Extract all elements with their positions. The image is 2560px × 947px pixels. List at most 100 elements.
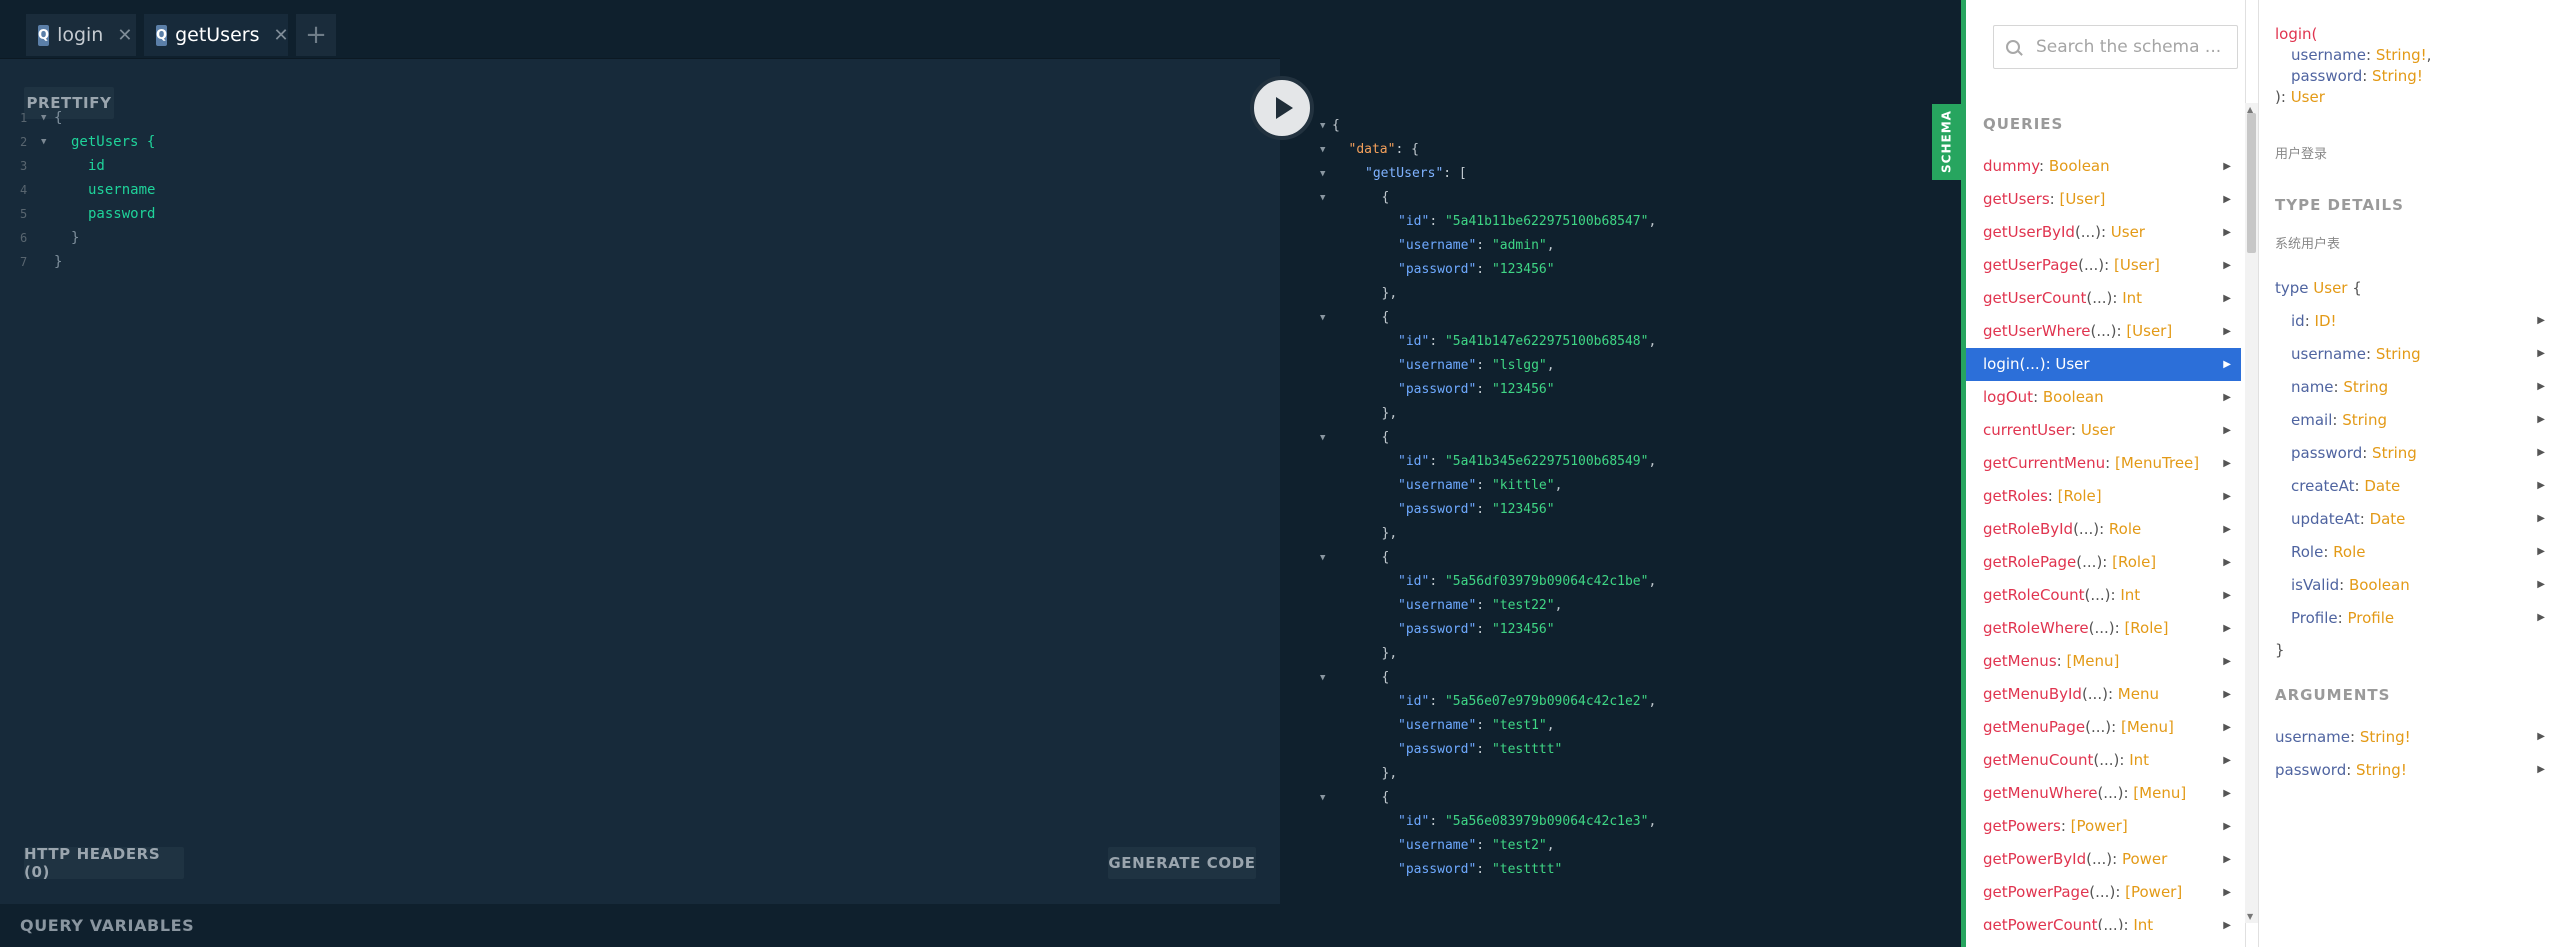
query-item-getcurrentmenu[interactable]: getCurrentMenu: [MenuTree] ▶: [1966, 447, 2241, 480]
query-type[interactable]: User: [2055, 355, 2089, 373]
argument-type[interactable]: String!: [2356, 761, 2407, 779]
query-item-getroles[interactable]: getRoles: [Role] ▶: [1966, 480, 2241, 513]
query-item-getpowercount[interactable]: getPowerCount(...): Int ▶: [1966, 909, 2241, 930]
query-type[interactable]: [Menu]: [2066, 652, 2119, 670]
type-field[interactable]: password: String ▶: [2275, 439, 2545, 467]
query-item-getmenuwhere[interactable]: getMenuWhere(...): [Menu] ▶: [1966, 777, 2241, 810]
field-type[interactable]: String: [2342, 411, 2387, 429]
query-type[interactable]: [User]: [2114, 256, 2160, 274]
query-item-getuserbyid[interactable]: getUserById(...): User ▶: [1966, 216, 2241, 249]
field-type[interactable]: String: [2343, 378, 2388, 396]
fold-icon[interactable]: ▼: [41, 130, 46, 154]
type-field[interactable]: name: String ▶: [2275, 373, 2545, 401]
field-type[interactable]: String: [2376, 345, 2421, 363]
query-item-getpowerpage[interactable]: getPowerPage(...): [Power] ▶: [1966, 876, 2241, 909]
query-item-currentuser[interactable]: currentUser: User ▶: [1966, 414, 2241, 447]
query-editor-pane[interactable]: PRETTIFY HTTP HEADERS (0) GENERATE CODE: [0, 58, 1280, 947]
type-field[interactable]: Role: Role ▶: [2275, 538, 2545, 566]
schema-tab-button[interactable]: SCHEMA: [1932, 104, 1961, 180]
type-field[interactable]: email: String ▶: [2275, 406, 2545, 434]
scroll-down-icon[interactable]: ▼: [2247, 912, 2253, 921]
argument-item[interactable]: username: String! ▶: [2275, 723, 2545, 751]
run-query-button[interactable]: [1250, 76, 1314, 140]
query-item-login[interactable]: login(...): User ▶: [1966, 348, 2241, 381]
query-type[interactable]: [Menu]: [2133, 784, 2186, 802]
query-type[interactable]: Int: [2122, 289, 2142, 307]
query-type[interactable]: Int: [2120, 586, 2140, 604]
fold-icon[interactable]: ▼: [1320, 162, 1325, 186]
query-type[interactable]: User: [2081, 421, 2115, 439]
query-item-getrolewhere[interactable]: getRoleWhere(...): [Role] ▶: [1966, 612, 2241, 645]
query-item-getmenucount[interactable]: getMenuCount(...): Int ▶: [1966, 744, 2241, 777]
query-item-dummy[interactable]: dummy: Boolean ▶: [1966, 150, 2241, 183]
query-type[interactable]: [MenuTree]: [2115, 454, 2199, 472]
schema-search-input[interactable]: Search the schema ...: [1993, 25, 2238, 69]
add-tab-button[interactable]: +: [296, 14, 336, 56]
type-field[interactable]: updateAt: Date ▶: [2275, 505, 2545, 533]
query-type[interactable]: Boolean: [2049, 157, 2110, 175]
type-field[interactable]: Profile: Profile ▶: [2275, 604, 2545, 632]
query-item-getrolebyid[interactable]: getRoleById(...): Role ▶: [1966, 513, 2241, 546]
query-type[interactable]: [User]: [2059, 190, 2105, 208]
query-variables-bar[interactable]: QUERY VARIABLES: [0, 904, 1280, 947]
field-type[interactable]: Date: [2364, 477, 2400, 495]
field-type[interactable]: Boolean: [2349, 576, 2410, 594]
query-item-getuserpage[interactable]: getUserPage(...): [User] ▶: [1966, 249, 2241, 282]
scrollbar[interactable]: [2245, 103, 2258, 923]
field-type[interactable]: Role: [2333, 543, 2365, 561]
query-item-getpowerbyid[interactable]: getPowerById(...): Power ▶: [1966, 843, 2241, 876]
scroll-up-icon[interactable]: ▲: [2247, 105, 2253, 114]
query-item-getrolecount[interactable]: getRoleCount(...): Int ▶: [1966, 579, 2241, 612]
field-type[interactable]: String: [2372, 444, 2417, 462]
fold-icon[interactable]: ▼: [1320, 546, 1325, 570]
query-type[interactable]: [Role]: [2124, 619, 2168, 637]
close-icon[interactable]: ✕: [273, 25, 288, 46]
fold-icon[interactable]: ▼: [1320, 426, 1325, 450]
field-type[interactable]: Profile: [2347, 609, 2394, 627]
query-type[interactable]: User: [2111, 223, 2145, 241]
fold-icon[interactable]: ▼: [1320, 666, 1325, 690]
type-field[interactable]: username: String ▶: [2275, 340, 2545, 368]
fold-icon[interactable]: ▼: [41, 106, 46, 130]
type-name[interactable]: User: [2313, 279, 2347, 297]
query-type[interactable]: [Menu]: [2121, 718, 2174, 736]
query-item-getmenupage[interactable]: getMenuPage(...): [Menu] ▶: [1966, 711, 2241, 744]
tab-login[interactable]: Q login ✕: [26, 14, 136, 56]
query-type[interactable]: Role: [2109, 520, 2141, 538]
query-item-getmenubyid[interactable]: getMenuById(...): Menu ▶: [1966, 678, 2241, 711]
query-type[interactable]: [Role]: [2112, 553, 2156, 571]
type-field[interactable]: createAt: Date ▶: [2275, 472, 2545, 500]
tab-getusers[interactable]: Q getUsers ✕: [144, 14, 289, 56]
param-type[interactable]: String!: [2372, 67, 2423, 85]
fold-icon[interactable]: ▼: [1320, 786, 1325, 810]
query-item-getuserwhere[interactable]: getUserWhere(...): [User] ▶: [1966, 315, 2241, 348]
type-field[interactable]: isValid: Boolean ▶: [2275, 571, 2545, 599]
query-item-getusercount[interactable]: getUserCount(...): Int ▶: [1966, 282, 2241, 315]
query-type[interactable]: Int: [2133, 916, 2153, 930]
fold-icon[interactable]: ▼: [1320, 138, 1325, 162]
query-item-getusers[interactable]: getUsers: [User] ▶: [1966, 183, 2241, 216]
type-field[interactable]: id: ID! ▶: [2275, 307, 2545, 335]
fold-icon[interactable]: ▼: [1320, 306, 1325, 330]
query-item-logout[interactable]: logOut: Boolean ▶: [1966, 381, 2241, 414]
field-type[interactable]: Date: [2370, 510, 2406, 528]
fold-icon[interactable]: ▼: [1320, 186, 1325, 210]
param-type[interactable]: String!: [2376, 46, 2427, 64]
fold-icon[interactable]: ▼: [1320, 114, 1325, 138]
query-type[interactable]: Menu: [2118, 685, 2159, 703]
query-type[interactable]: [Power]: [2125, 883, 2182, 901]
generate-code-button[interactable]: GENERATE CODE: [1108, 847, 1256, 879]
query-item-getpowers[interactable]: getPowers: [Power] ▶: [1966, 810, 2241, 843]
return-type[interactable]: User: [2291, 88, 2325, 106]
close-icon[interactable]: ✕: [117, 25, 132, 46]
query-type[interactable]: Boolean: [2043, 388, 2104, 406]
query-item-getrolepage[interactable]: getRolePage(...): [Role] ▶: [1966, 546, 2241, 579]
query-type[interactable]: [User]: [2126, 322, 2172, 340]
query-type[interactable]: Int: [2129, 751, 2149, 769]
field-type[interactable]: ID!: [2315, 312, 2337, 330]
argument-type[interactable]: String!: [2360, 728, 2411, 746]
argument-item[interactable]: password: String! ▶: [2275, 756, 2545, 784]
query-type[interactable]: [Power]: [2071, 817, 2128, 835]
query-item-getmenus[interactable]: getMenus: [Menu] ▶: [1966, 645, 2241, 678]
http-headers-button[interactable]: HTTP HEADERS (0): [24, 845, 184, 881]
